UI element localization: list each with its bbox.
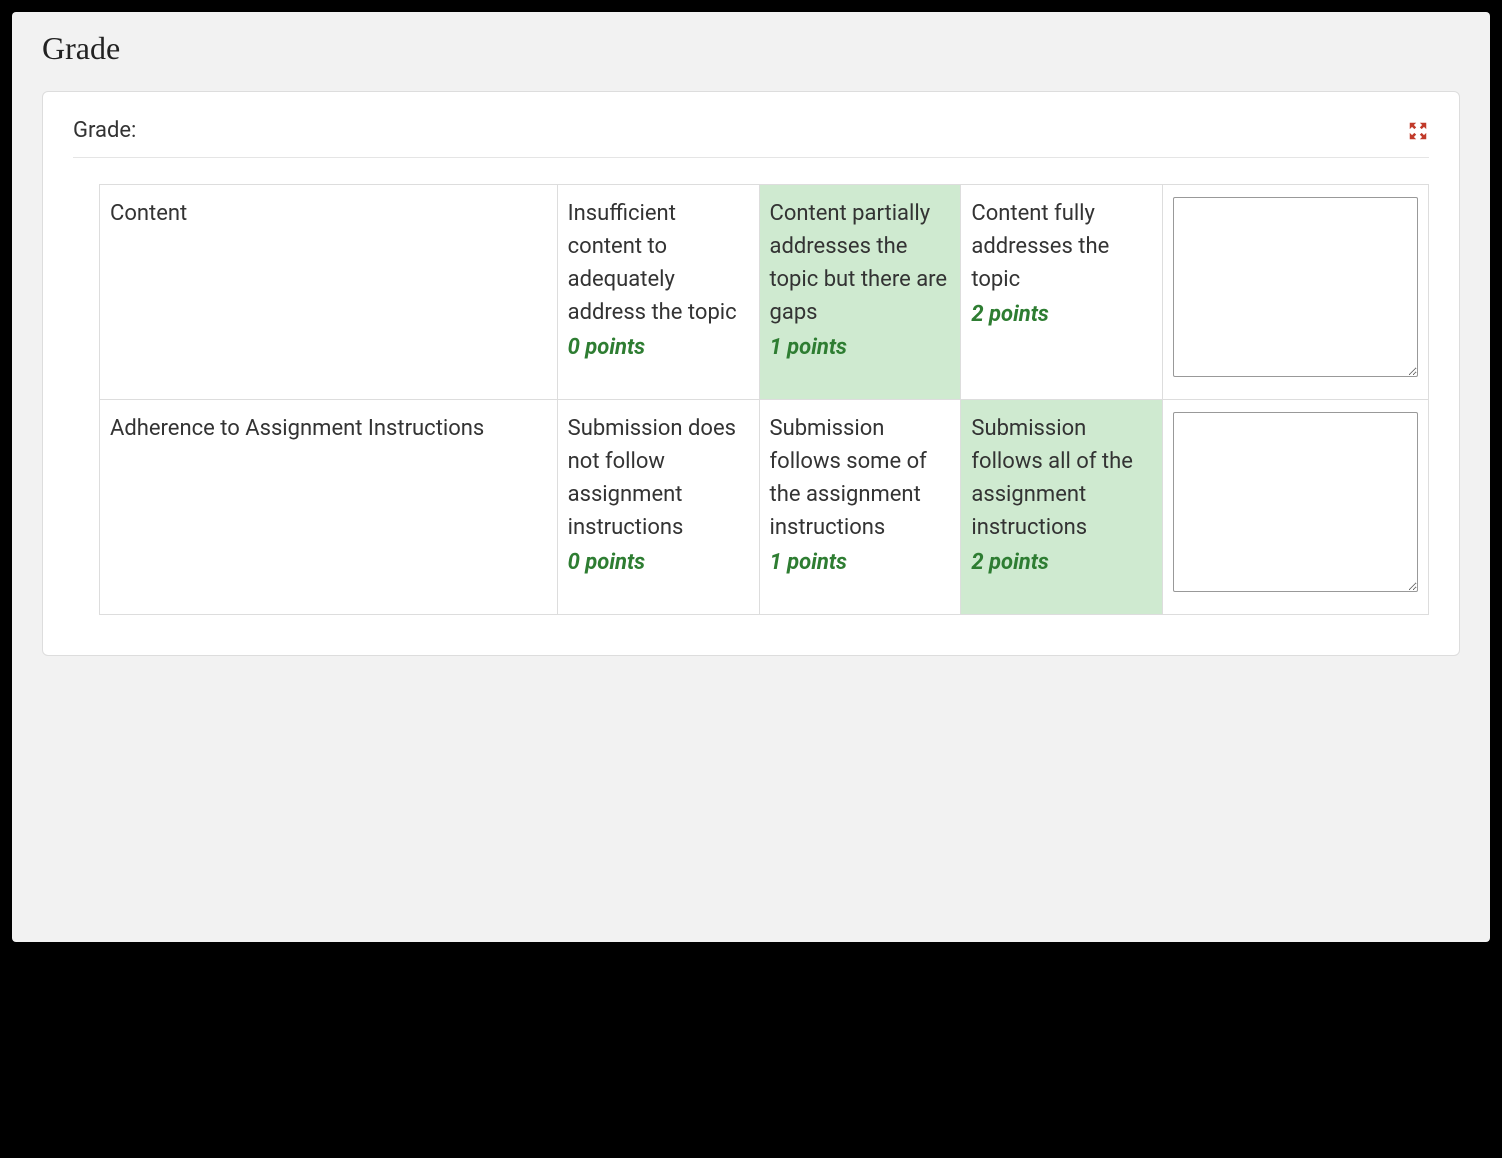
level-description: Content fully addresses the topic xyxy=(971,197,1152,296)
comment-cell xyxy=(1163,400,1429,615)
rubric-level-cell[interactable]: Content fully addresses the topic 2 poin… xyxy=(961,185,1163,400)
grade-label: Grade: xyxy=(73,118,136,143)
criterion-name: Content xyxy=(100,185,558,400)
rubric-level-cell[interactable]: Submission follows all of the assignment… xyxy=(961,400,1163,615)
level-points: 1 points xyxy=(770,546,951,579)
grade-card: Grade: Content Insufficient content to a… xyxy=(42,91,1460,656)
level-points: 0 points xyxy=(568,331,749,364)
comment-cell xyxy=(1163,185,1429,400)
criterion-name: Adherence to Assignment Instructions xyxy=(100,400,558,615)
level-description: Submission follows all of the assignment… xyxy=(971,412,1152,544)
grade-header: Grade: xyxy=(73,118,1429,158)
level-description: Submission follows some of the assignmen… xyxy=(770,412,951,544)
page-title: Grade xyxy=(12,12,1490,91)
level-description: Submission does not follow assignment in… xyxy=(568,412,749,544)
comment-textarea[interactable] xyxy=(1173,197,1418,377)
rubric-level-cell[interactable]: Content partially addresses the topic bu… xyxy=(759,185,961,400)
level-points: 1 points xyxy=(770,331,951,364)
level-points: 2 points xyxy=(971,546,1152,579)
comment-textarea[interactable] xyxy=(1173,412,1418,592)
rubric-level-cell[interactable]: Submission follows some of the assignmen… xyxy=(759,400,961,615)
rubric-level-cell[interactable]: Submission does not follow assignment in… xyxy=(557,400,759,615)
rubric-level-cell[interactable]: Insufficient content to adequately addre… xyxy=(557,185,759,400)
level-description: Content partially addresses the topic bu… xyxy=(770,197,951,329)
rubric-table: Content Insufficient content to adequate… xyxy=(99,184,1429,615)
expand-icon[interactable] xyxy=(1407,120,1429,142)
table-row: Adherence to Assignment Instructions Sub… xyxy=(100,400,1429,615)
table-row: Content Insufficient content to adequate… xyxy=(100,185,1429,400)
page-container: Grade Grade: Content Insufficient conten… xyxy=(12,12,1490,942)
level-points: 2 points xyxy=(971,298,1152,331)
level-description: Insufficient content to adequately addre… xyxy=(568,197,749,329)
level-points: 0 points xyxy=(568,546,749,579)
